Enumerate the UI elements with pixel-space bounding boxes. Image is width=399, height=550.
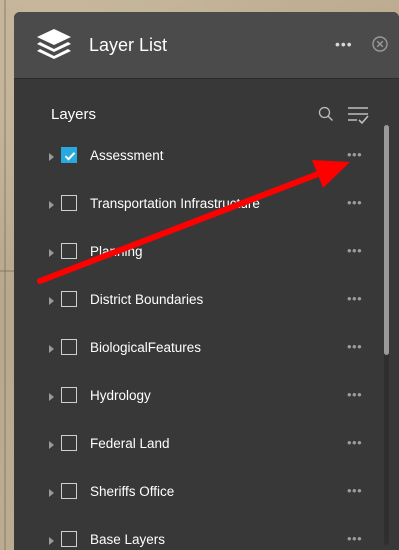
panel-more-button[interactable]: ••• <box>335 36 353 52</box>
layers-toolbar: Layers <box>14 80 399 126</box>
layer-row-hydrology[interactable]: Hydrology ••• <box>14 373 384 421</box>
layer-list-panel: Layer List ••• Layers Assessment ••• Tra… <box>14 12 399 550</box>
layer-name: District Boundaries <box>90 292 204 307</box>
layer-name: Hydrology <box>90 388 151 403</box>
layer-more-button[interactable]: ••• <box>347 339 362 354</box>
expand-caret-icon[interactable] <box>49 345 54 353</box>
layer-row-biological-features[interactable]: BiologicalFeatures ••• <box>14 325 384 373</box>
expand-caret-icon[interactable] <box>49 537 54 545</box>
layer-row-federal-land[interactable]: Federal Land ••• <box>14 421 384 469</box>
expand-caret-icon[interactable] <box>49 393 54 401</box>
layers-heading: Layers <box>51 106 97 123</box>
expand-caret-icon[interactable] <box>49 489 54 497</box>
layer-more-button[interactable]: ••• <box>347 387 362 402</box>
layer-name: Sheriffs Office <box>90 484 175 499</box>
layer-checkbox[interactable] <box>61 291 77 307</box>
layer-checkbox[interactable] <box>61 435 77 451</box>
layer-more-button[interactable]: ••• <box>347 243 362 258</box>
layer-checkbox[interactable] <box>61 195 77 211</box>
close-icon[interactable] <box>372 36 388 52</box>
layer-checkbox[interactable] <box>61 147 77 163</box>
layer-name: Base Layers <box>90 532 166 547</box>
layer-row-base-layers[interactable]: Base Layers ••• <box>14 517 384 550</box>
layers-icon <box>37 29 71 59</box>
scrollbar-thumb[interactable] <box>384 125 389 355</box>
layer-more-button[interactable]: ••• <box>347 195 362 210</box>
layer-row-transportation[interactable]: Transportation Infrastructure ••• <box>14 181 384 229</box>
layer-more-button[interactable]: ••• <box>347 531 362 546</box>
filter-list-icon[interactable] <box>347 104 369 126</box>
layer-more-button[interactable]: ••• <box>347 483 362 498</box>
layer-row-sheriffs-office[interactable]: Sheriffs Office ••• <box>14 469 384 517</box>
layer-name: Federal Land <box>90 436 170 451</box>
layer-checkbox[interactable] <box>61 387 77 403</box>
layer-checkbox[interactable] <box>61 339 77 355</box>
expand-caret-icon[interactable] <box>49 201 54 209</box>
checkmark-icon <box>64 152 76 161</box>
layer-row-planning[interactable]: Planning ••• <box>14 229 384 277</box>
expand-caret-icon[interactable] <box>49 297 54 305</box>
layer-name: Assessment <box>90 148 164 163</box>
layer-checkbox[interactable] <box>61 243 77 259</box>
layer-checkbox[interactable] <box>61 531 77 547</box>
layer-more-button[interactable]: ••• <box>347 147 362 162</box>
expand-caret-icon[interactable] <box>49 249 54 257</box>
expand-caret-icon[interactable] <box>49 153 54 161</box>
layer-row-assessment[interactable]: Assessment ••• <box>14 133 384 181</box>
layer-more-button[interactable]: ••• <box>347 291 362 306</box>
scrollbar[interactable] <box>384 125 389 545</box>
layer-more-button[interactable]: ••• <box>347 435 362 450</box>
layer-name: BiologicalFeatures <box>90 340 202 355</box>
layer-name: Transportation Infrastructure <box>90 196 260 211</box>
panel-header: Layer List ••• <box>14 12 399 79</box>
layer-checkbox[interactable] <box>61 483 77 499</box>
layer-name: Planning <box>90 244 143 259</box>
panel-title: Layer List <box>89 35 168 55</box>
layer-row-district-boundaries[interactable]: District Boundaries ••• <box>14 277 384 325</box>
expand-caret-icon[interactable] <box>49 441 54 449</box>
search-icon[interactable] <box>318 106 334 122</box>
